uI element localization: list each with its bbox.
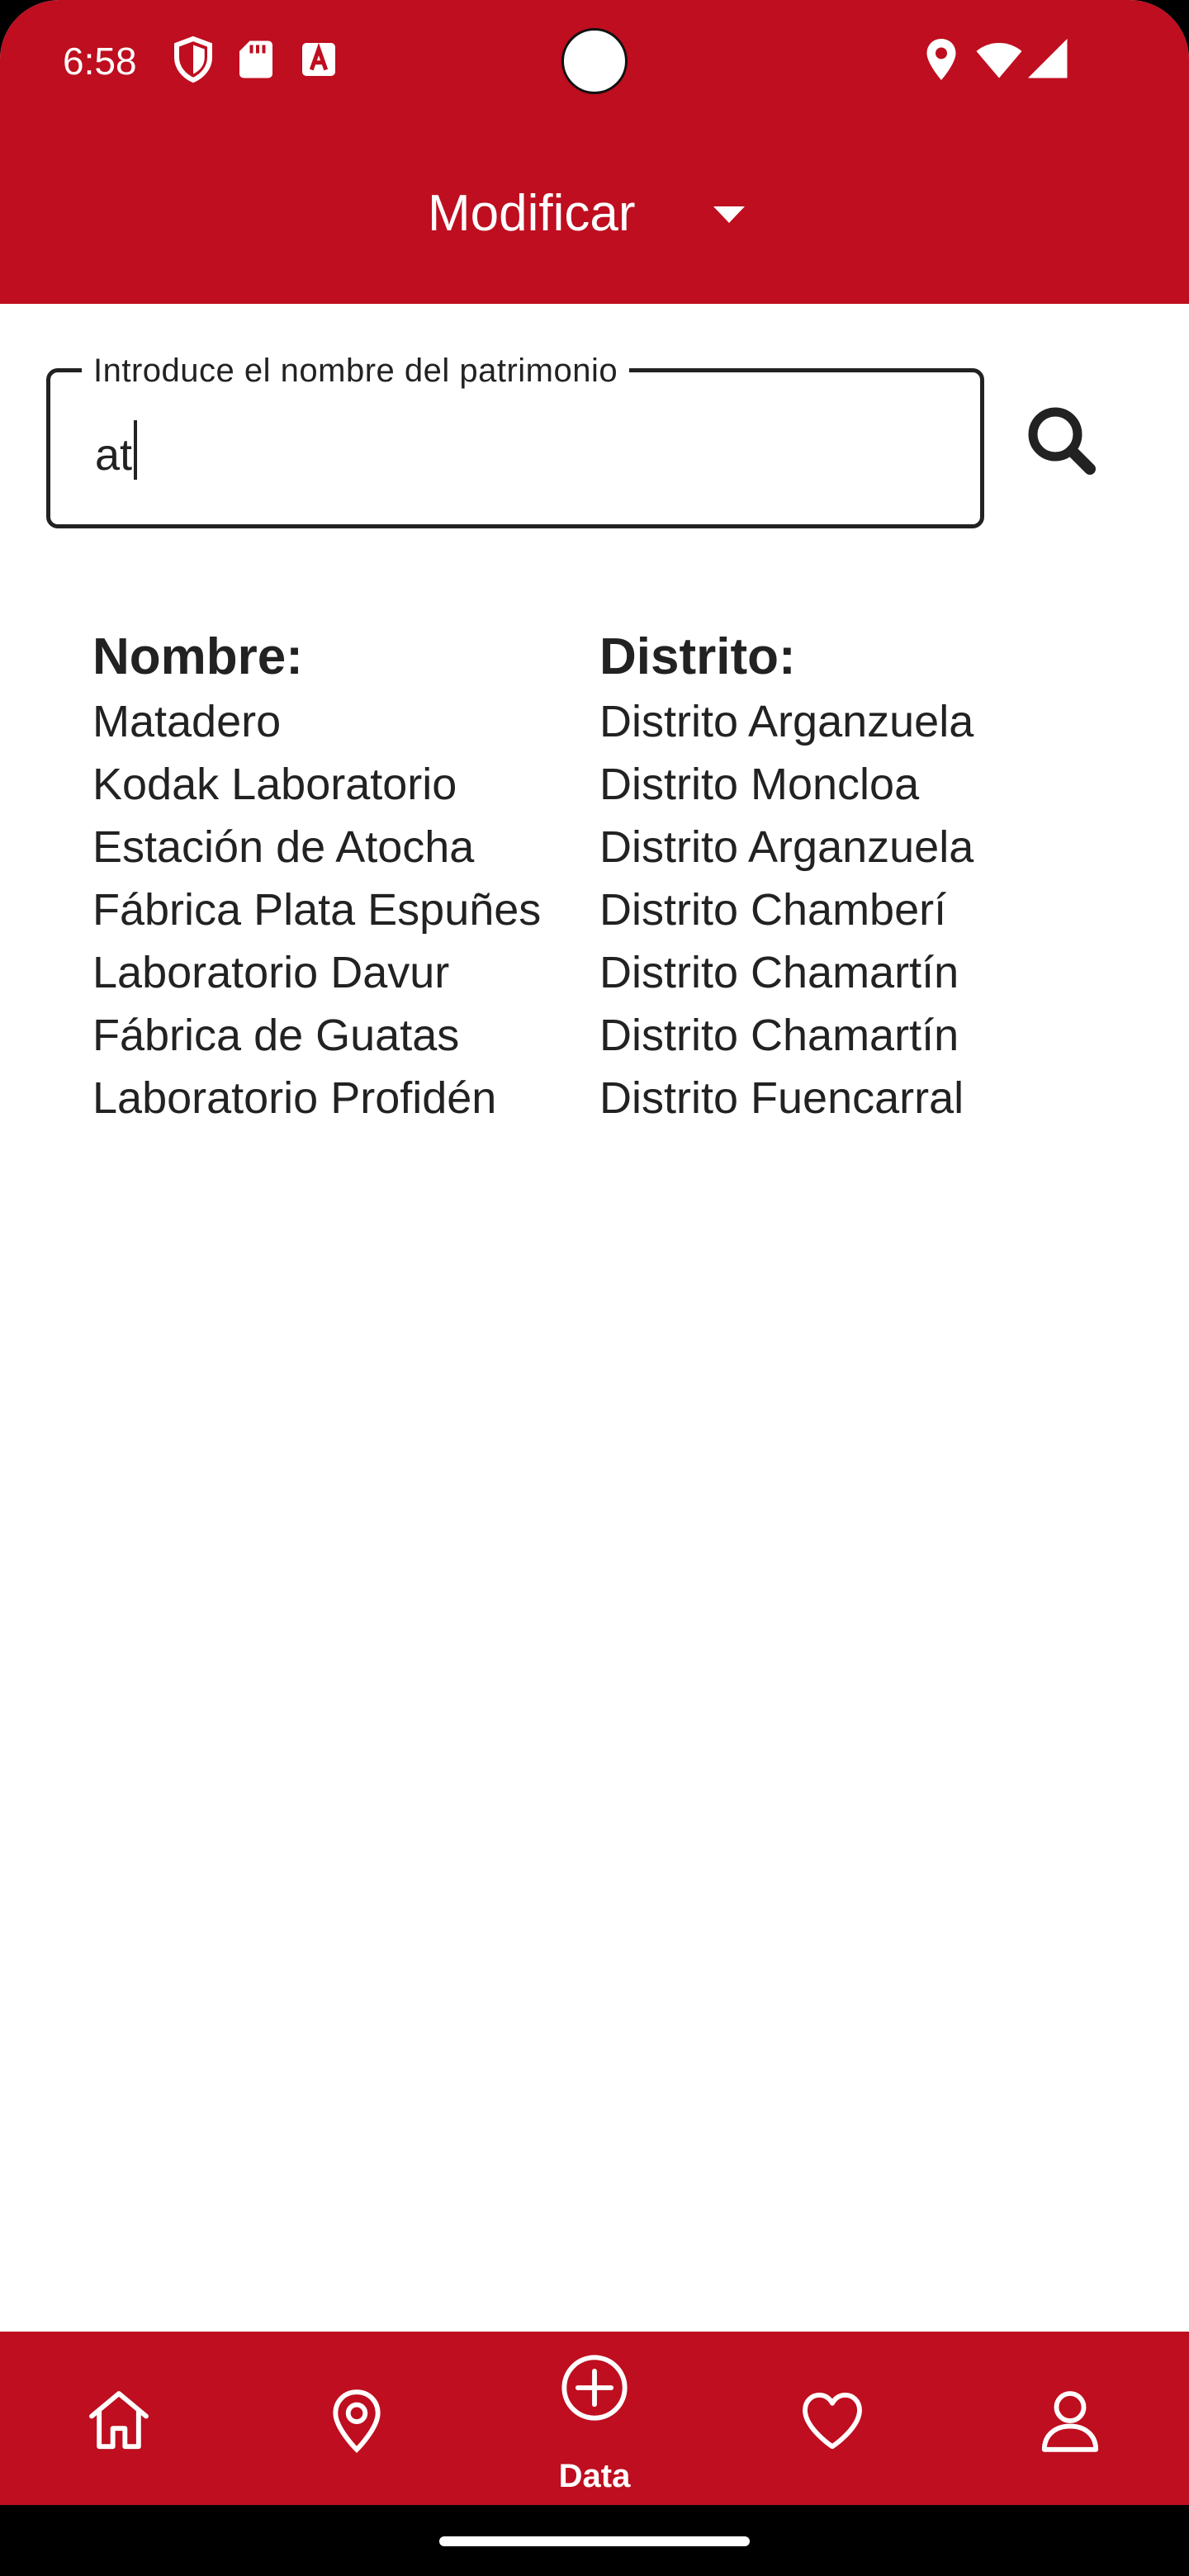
bottom-navigation: Data <box>0 2332 1189 2505</box>
search-input-value: at <box>95 430 133 480</box>
district-column-header: Distrito: <box>599 628 796 685</box>
nav-map[interactable] <box>274 2332 439 2505</box>
user-icon <box>1041 2391 1099 2452</box>
heart-icon <box>803 2392 862 2450</box>
result-name: Kodak Laboratorio <box>92 760 457 809</box>
result-district: Distrito Arganzuela <box>599 822 974 872</box>
signal-icon <box>1028 39 1068 78</box>
nav-favorites[interactable] <box>750 2332 915 2505</box>
result-district: Distrito Chamartín <box>599 948 959 997</box>
system-gesture-bar <box>0 2505 1189 2576</box>
nav-home[interactable] <box>36 2332 201 2505</box>
result-district: Distrito Fuencarral <box>599 1073 964 1123</box>
search-icon[interactable] <box>1021 400 1103 482</box>
result-name: Fábrica de Guatas <box>92 1011 460 1060</box>
result-name: Matadero <box>92 697 282 746</box>
name-column-header: Nombre: <box>92 628 303 685</box>
sd-card-icon <box>239 40 272 78</box>
wifi-icon <box>976 43 1022 78</box>
add-circle-icon <box>561 2355 628 2421</box>
text-caret <box>134 420 138 480</box>
name-column: Nombre: Matadero Kodak Laboratorio Estac… <box>92 624 541 1129</box>
home-gesture-handle[interactable] <box>439 2536 750 2546</box>
dropdown-arrow-icon <box>713 206 745 223</box>
result-district: Distrito Chamberí <box>599 885 947 935</box>
mode-dropdown[interactable]: Modificar <box>428 177 751 251</box>
map-pin-icon <box>333 2389 381 2453</box>
dropdown-value: Modificar <box>428 185 636 242</box>
result-name: Laboratorio Davur <box>92 948 450 997</box>
status-time: 6:58 <box>63 40 137 83</box>
search-field-label: Introduce el nombre del patrimonio <box>82 351 630 391</box>
home-icon <box>89 2391 149 2450</box>
app-screen: 6:58 Modificar Introduce el nombre del p… <box>0 0 1189 2576</box>
patrimonio-search-field[interactable]: Introduce el nombre del patrimonio at <box>46 351 984 528</box>
shield-icon <box>174 36 212 83</box>
front-camera <box>561 28 628 94</box>
nav-profile[interactable] <box>988 2332 1153 2505</box>
result-name: Laboratorio Profidén <box>92 1073 497 1123</box>
nav-data-label: Data <box>558 2458 631 2494</box>
text-a-icon <box>302 42 335 76</box>
result-district: Distrito Arganzuela <box>599 697 974 746</box>
location-icon <box>926 39 956 80</box>
result-name: Estación de Atocha <box>92 822 475 872</box>
app-header: 6:58 Modificar <box>0 0 1189 304</box>
result-district: Distrito Chamartín <box>599 1011 959 1060</box>
result-name: Fábrica Plata Espuñes <box>92 885 542 935</box>
district-column: Distrito: Distrito Arganzuela Distrito M… <box>599 624 973 1129</box>
nav-data[interactable]: Data <box>512 2332 677 2505</box>
search-input[interactable]: at <box>95 420 138 484</box>
result-district: Distrito Moncloa <box>599 760 920 809</box>
